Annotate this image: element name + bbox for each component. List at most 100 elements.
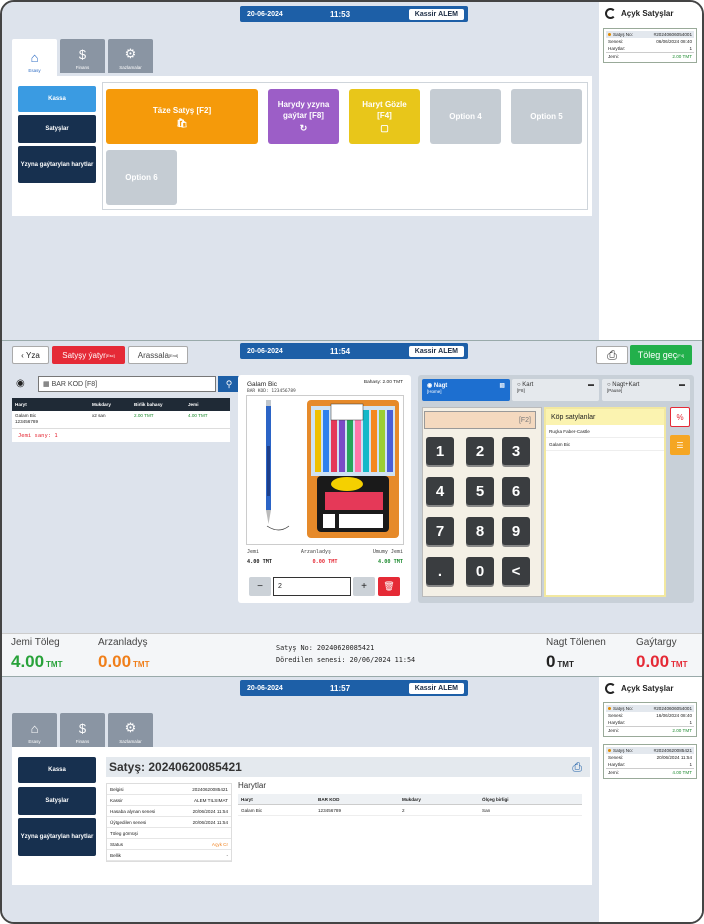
nav-esasy[interactable]: ⌂ Esasy	[12, 713, 57, 747]
barcode-input[interactable]: ▦ BAR KOD [F8]	[38, 376, 216, 392]
sidebar-item-returns[interactable]: Yzyna gaýtarylan harytlar	[18, 146, 96, 183]
numpad-key-backspace[interactable]: <	[502, 557, 530, 585]
printer-icon: ⎙	[607, 347, 617, 362]
return-item-button[interactable]: Harydy yzyna gaýtar [F8] ↻	[268, 89, 339, 144]
open-sale-card[interactable]: Satyş No: #20240606054001 Senesi: 06/06/20…	[603, 28, 697, 63]
cash-card-icon: ▬	[679, 382, 685, 388]
numpad-key-4[interactable]: 4	[426, 477, 454, 505]
trash-icon: 🗑	[383, 581, 395, 591]
pay-method-mixed[interactable]: ○ Nagt+Kart ▬ [Pause]	[602, 379, 690, 401]
new-sale-button[interactable]: Täze Satyş [F2] 🛍	[106, 89, 258, 144]
sale-number: Satyş No: 20240620085421	[276, 644, 375, 652]
user-badge[interactable]: Kassir ALEM	[408, 682, 464, 694]
product-summary-labels: Jemi Arzanladyş Umumy Jemi	[247, 549, 403, 555]
numpad-key-2[interactable]: 2	[466, 437, 494, 465]
user-badge[interactable]: Kassir ALEM	[408, 345, 464, 357]
nav-sazlamalar[interactable]: ⚙ Sazlamalar	[108, 713, 153, 747]
note-button[interactable]: ☰	[670, 435, 690, 455]
table-row[interactable]: Galam Bic 123456789 2 San	[238, 805, 582, 816]
numpad-key-0[interactable]: 0	[466, 557, 494, 585]
delete-item-button[interactable]: 🗑	[378, 577, 400, 596]
nav-esasy[interactable]: ⌂ Esasy	[12, 39, 57, 76]
option-5-button[interactable]: Option 5	[511, 89, 582, 144]
table-row[interactable]: Galam Bic 123456789 x2 san 2.00 TMT 4.00 …	[12, 411, 230, 429]
numpad-key-9[interactable]: 9	[502, 517, 530, 545]
gear-icon: ⚙	[124, 46, 137, 61]
option-6-button[interactable]: Option 6	[106, 150, 177, 205]
clear-button[interactable]: Arassala [End]	[128, 346, 188, 364]
barcode-icon: ▦	[43, 381, 52, 388]
open-sale-card[interactable]: Satyş No: #20240606054001 Senesi: 16/06/20…	[603, 702, 697, 737]
nav-sazlamalar[interactable]: ⚙ Sazlamalar	[108, 39, 153, 73]
status-bar: 20-06-2024 11:53 Kassir ALEM	[240, 6, 468, 22]
bag-icon: 🛍	[176, 117, 188, 128]
cash-icon: ▩	[499, 383, 505, 389]
cart-header: Haryt Mukdary Birlik bahasy Jemi	[12, 398, 230, 411]
cancel-sale-button[interactable]: Satyşy ýatyr [Esc]	[52, 346, 125, 364]
back-button[interactable]: ‹ Yza	[12, 346, 49, 364]
numpad-key-8[interactable]: 8	[466, 517, 494, 545]
list-item[interactable]: Ruçka Faber-Castle	[546, 425, 664, 438]
open-sale-card[interactable]: Satyş No: #20240620085421 Senesi: 20/06/20…	[603, 744, 697, 779]
totals-footer: Jemi Töleg 4.00 TMT Arzanladyş 0.00 TMT …	[2, 633, 702, 677]
sale-detail-screen: 20-06-2024 11:57 Kassir ALEM ⌂ Esasy $ F…	[2, 676, 702, 922]
sidebar-item-satyslar[interactable]: Satyşlar	[18, 787, 96, 815]
pay-method-cash[interactable]: ◉ Nagt ▩ [Home]	[422, 379, 510, 401]
money-icon: $	[78, 721, 87, 736]
nav-finans[interactable]: $ Finans	[60, 39, 105, 73]
total-amount: 4.00 TMT	[11, 652, 63, 671]
items-header: Haryt BAR KOD Mukdary Ölçeg birligi	[238, 794, 582, 805]
numpad-key-5[interactable]: 5	[466, 477, 494, 505]
sidebar-item-returns[interactable]: Yzyna gaýtarylan harytlar	[18, 818, 96, 856]
frequent-items-title: Köp satylanlar	[546, 409, 664, 425]
sidebar-item-kassa[interactable]: Kassa	[18, 757, 96, 783]
numpad-key-1[interactable]: 1	[426, 437, 454, 465]
printer-icon[interactable]: ⎙	[572, 760, 582, 775]
search-icon: ⚲	[225, 378, 233, 389]
time-label: 11:53	[330, 9, 351, 19]
refresh-icon[interactable]	[605, 8, 616, 19]
payment-panel: ◉ Nagt ▩ [Home] ○ Kart ▬ [F8] ○ Nagt+Kart ▬ [P…	[418, 375, 694, 603]
increase-qty-button[interactable]: +	[353, 577, 375, 596]
binoculars-icon[interactable]: ◉	[16, 378, 25, 389]
open-sales-panel: Açyk Satyşlar Satyş No: #20240606054001 S…	[599, 2, 702, 340]
card-icon: ▬	[588, 382, 594, 388]
print-button[interactable]: ⎙	[596, 346, 628, 364]
amount-display[interactable]: [F2]	[424, 411, 536, 429]
gear-icon: ⚙	[124, 720, 137, 735]
discount-button[interactable]: %	[670, 407, 690, 427]
money-icon: $	[78, 47, 87, 62]
status-badge: Açyk Cr	[211, 841, 228, 847]
sidebar-item-satyslar[interactable]: Satyşlar	[18, 115, 96, 143]
note-icon: ☰	[676, 440, 684, 450]
pay-method-card[interactable]: ○ Kart ▬ [F8]	[512, 379, 599, 401]
search-button[interactable]: ⚲	[218, 376, 240, 392]
main-nav: ⌂ Esasy $ Finans ⚙ Sazlamalar	[12, 713, 153, 747]
items-table: Haryt BAR KOD Mukdary Ölçeg birligi Gala…	[238, 794, 582, 816]
sale-details: Belgisi 20240620085421 Kassir ALEM TILSIMA…	[106, 783, 232, 862]
numpad-key-6[interactable]: 6	[502, 477, 530, 505]
discount-icon: %	[676, 412, 684, 422]
quantity-input[interactable]: 2	[273, 577, 351, 596]
home-icon: ⌂	[30, 50, 39, 65]
numpad-key-7[interactable]: 7	[426, 517, 454, 545]
nav-finans[interactable]: $ Finans	[60, 713, 105, 747]
numpad-key-dot[interactable]: .	[426, 557, 454, 585]
refresh-icon[interactable]	[605, 683, 616, 694]
sidebar-item-kassa[interactable]: Kassa	[18, 86, 96, 112]
user-badge[interactable]: Kassir ALEM	[408, 8, 464, 20]
product-summary-values: 4.00 TMT 0.00 TMT 4.00 TMT	[247, 559, 403, 565]
pay-button[interactable]: Töleg geç [F4]	[630, 345, 692, 365]
sale-title: Satyş: 20240620085421	[109, 760, 242, 774]
date-label: 20-06-2024	[247, 10, 283, 18]
main-nav: ⌂ Esasy $ Finans ⚙ Sazlamalar	[12, 39, 153, 76]
search-item-button[interactable]: Haryt Gözle [F4] ▢	[349, 89, 420, 144]
option-4-button[interactable]: Option 4	[430, 89, 501, 144]
decrease-qty-button[interactable]: −	[249, 577, 271, 596]
app-frame: 20-06-2024 11:53 Kassir ALEM ⌂ Esasy $ F…	[0, 0, 704, 924]
sale-header: Satyş: 20240620085421 ⎙	[106, 757, 590, 777]
numpad-key-3[interactable]: 3	[502, 437, 530, 465]
list-item[interactable]: Galam Bic	[546, 438, 664, 451]
return-icon: ↻	[299, 123, 308, 133]
items-title: Harytlar	[238, 781, 267, 790]
